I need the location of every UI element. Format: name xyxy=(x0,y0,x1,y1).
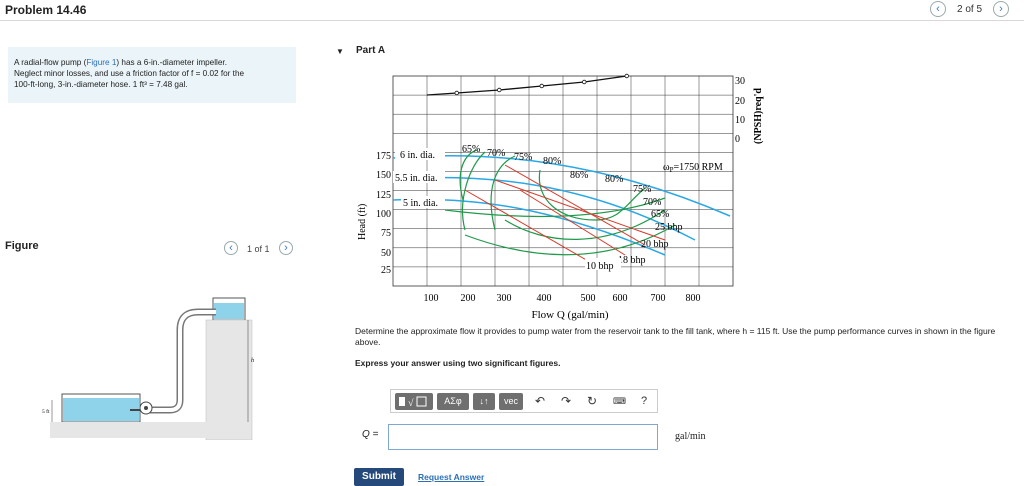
label-6in: 6 in. dia. xyxy=(400,150,435,161)
problem-text-1b: ) has a 6-in.-diameter impeller. xyxy=(116,58,227,67)
problem-statement: A radial-flow pump (Figure 1) has a 6-in… xyxy=(8,47,296,103)
x-tick-200: 200 xyxy=(461,293,476,304)
power-10bhp xyxy=(464,189,596,266)
eff-80 xyxy=(538,169,646,221)
pump-system-illustration: h 5 ft xyxy=(42,297,254,440)
label-eff-80b: 80% xyxy=(605,174,623,185)
math-toolbar: √ ΑΣφ ↓↑ vec ↶ ↷ ↻ ⌨ ? xyxy=(390,389,658,413)
label-rpm: ωP=1750 RPM xyxy=(663,162,723,174)
question-text: Determine the approximate flow it provid… xyxy=(355,326,996,347)
eff-65-70 xyxy=(459,149,486,231)
npsh-point xyxy=(454,90,459,96)
figure-next-button[interactable]: › xyxy=(279,241,293,255)
prev-page-button[interactable]: ‹ xyxy=(930,1,946,17)
npsh-point xyxy=(539,83,544,89)
figure-label: Figure xyxy=(5,240,39,252)
templates-button[interactable]: √ xyxy=(395,393,433,410)
y-tick-25: 25 xyxy=(381,265,391,276)
instruction-text: Express your answer using two significan… xyxy=(355,358,561,368)
y-tick-150: 150 xyxy=(376,170,391,181)
x-tick-100: 100 xyxy=(424,293,439,304)
figure-prev-button[interactable]: ‹ xyxy=(224,241,238,255)
undo-icon[interactable]: ↶ xyxy=(535,393,545,410)
collapse-arrow-icon[interactable]: ▼ xyxy=(336,47,344,56)
label-eff-65: 65% xyxy=(462,144,480,155)
request-answer-link[interactable]: Request Answer xyxy=(418,472,484,482)
label-18bhp: 18 bhp xyxy=(618,255,646,266)
npsh-point xyxy=(497,87,502,93)
figure-counter: 1 of 1 xyxy=(247,244,270,254)
redo-icon[interactable]: ↷ xyxy=(561,393,571,410)
y-tick-100: 100 xyxy=(376,209,391,220)
answer-input[interactable] xyxy=(388,424,658,450)
x-tick-800: 800 xyxy=(686,293,701,304)
npsh-point xyxy=(624,73,629,79)
y2-tick-30: 30 xyxy=(735,76,745,87)
vector-button[interactable]: vec xyxy=(499,393,523,410)
x-tick-700: 700 xyxy=(651,293,666,304)
y-tick-125: 125 xyxy=(376,190,391,201)
problem-text-2: Neglect minor losses, and use a friction… xyxy=(14,69,245,78)
fraction-sqrt-template-icon: √ xyxy=(399,396,427,409)
y-tick-75: 75 xyxy=(381,228,391,239)
power-18bhp xyxy=(519,189,626,256)
label-eff-86: 86% xyxy=(570,170,588,181)
svg-text:√: √ xyxy=(408,398,414,409)
x-tick-500: 500 xyxy=(581,293,596,304)
npsh-point xyxy=(582,79,587,85)
part-a-label: Part A xyxy=(356,45,386,56)
answer-units: gal/min xyxy=(675,431,706,442)
h-dimension-label: h xyxy=(251,358,254,364)
problem-title: Problem 14.46 xyxy=(5,3,87,17)
problem-text-1a: A radial-flow pump ( xyxy=(14,58,87,67)
keyboard-icon[interactable]: ⌨ xyxy=(613,393,626,410)
y2-axis-label: (NPSH)req'd xyxy=(753,88,764,144)
figure-link[interactable]: Figure 1 xyxy=(86,58,116,67)
answer-variable-label: Q = xyxy=(362,429,379,440)
eff-75 xyxy=(490,155,516,231)
y-tick-50: 50 xyxy=(381,248,391,259)
x-tick-300: 300 xyxy=(497,293,512,304)
label-eff-70b: 70% xyxy=(643,197,661,208)
label-eff-75b: 75% xyxy=(633,184,651,195)
x-axis-label: Flow Q (gal/min) xyxy=(532,309,609,321)
lower-ground xyxy=(50,422,250,438)
y-tick-175: 175 xyxy=(376,151,391,162)
label-5in: 5 in. dia. xyxy=(403,198,438,209)
y-axis-label: Head (ft) xyxy=(357,204,368,240)
y2-tick-10: 10 xyxy=(735,115,745,126)
label-5-5in: 5.5 in. dia. xyxy=(395,173,438,184)
chevron-left-icon: ‹ xyxy=(936,3,940,15)
next-page-button[interactable]: › xyxy=(993,1,1009,17)
chevron-right-icon: › xyxy=(284,242,288,254)
x-tick-600: 600 xyxy=(613,293,628,304)
chevron-right-icon: › xyxy=(999,3,1003,15)
label-eff-65b: 65% xyxy=(651,209,669,220)
reset-icon[interactable]: ↻ xyxy=(587,393,597,410)
reservoir-water xyxy=(63,398,139,421)
submit-button[interactable]: Submit xyxy=(354,468,404,486)
chevron-left-icon: ‹ xyxy=(229,242,233,254)
fill-tank-water xyxy=(214,303,244,319)
header-divider xyxy=(0,20,1024,21)
page-counter: 2 of 5 xyxy=(957,4,983,15)
problem-text-3: 100-ft-long, 3-in.-diameter hose. 1 ft³ … xyxy=(14,80,188,89)
label-eff-75: 75% xyxy=(514,152,532,163)
y2-tick-0: 0 xyxy=(735,134,740,145)
5ft-dimension-label: 5 ft xyxy=(42,408,50,415)
help-button[interactable]: ? xyxy=(641,393,647,410)
greek-symbols-button[interactable]: ΑΣφ xyxy=(437,393,469,410)
label-eff-70: 70% xyxy=(487,148,505,159)
x-tick-400: 400 xyxy=(537,293,552,304)
label-10bhp: 10 bhp xyxy=(586,261,614,272)
pump-performance-chart: 25 50 75 100 125 150 175 Head (ft) 30 20… xyxy=(357,73,764,321)
y2-tick-20: 20 xyxy=(735,96,745,107)
label-25bhp: 25 bhp xyxy=(655,222,683,233)
sub-superscript-button[interactable]: ↓↑ xyxy=(473,393,495,410)
label-20bhp: 20 bhp xyxy=(641,239,669,250)
label-eff-80: 80% xyxy=(543,156,561,167)
